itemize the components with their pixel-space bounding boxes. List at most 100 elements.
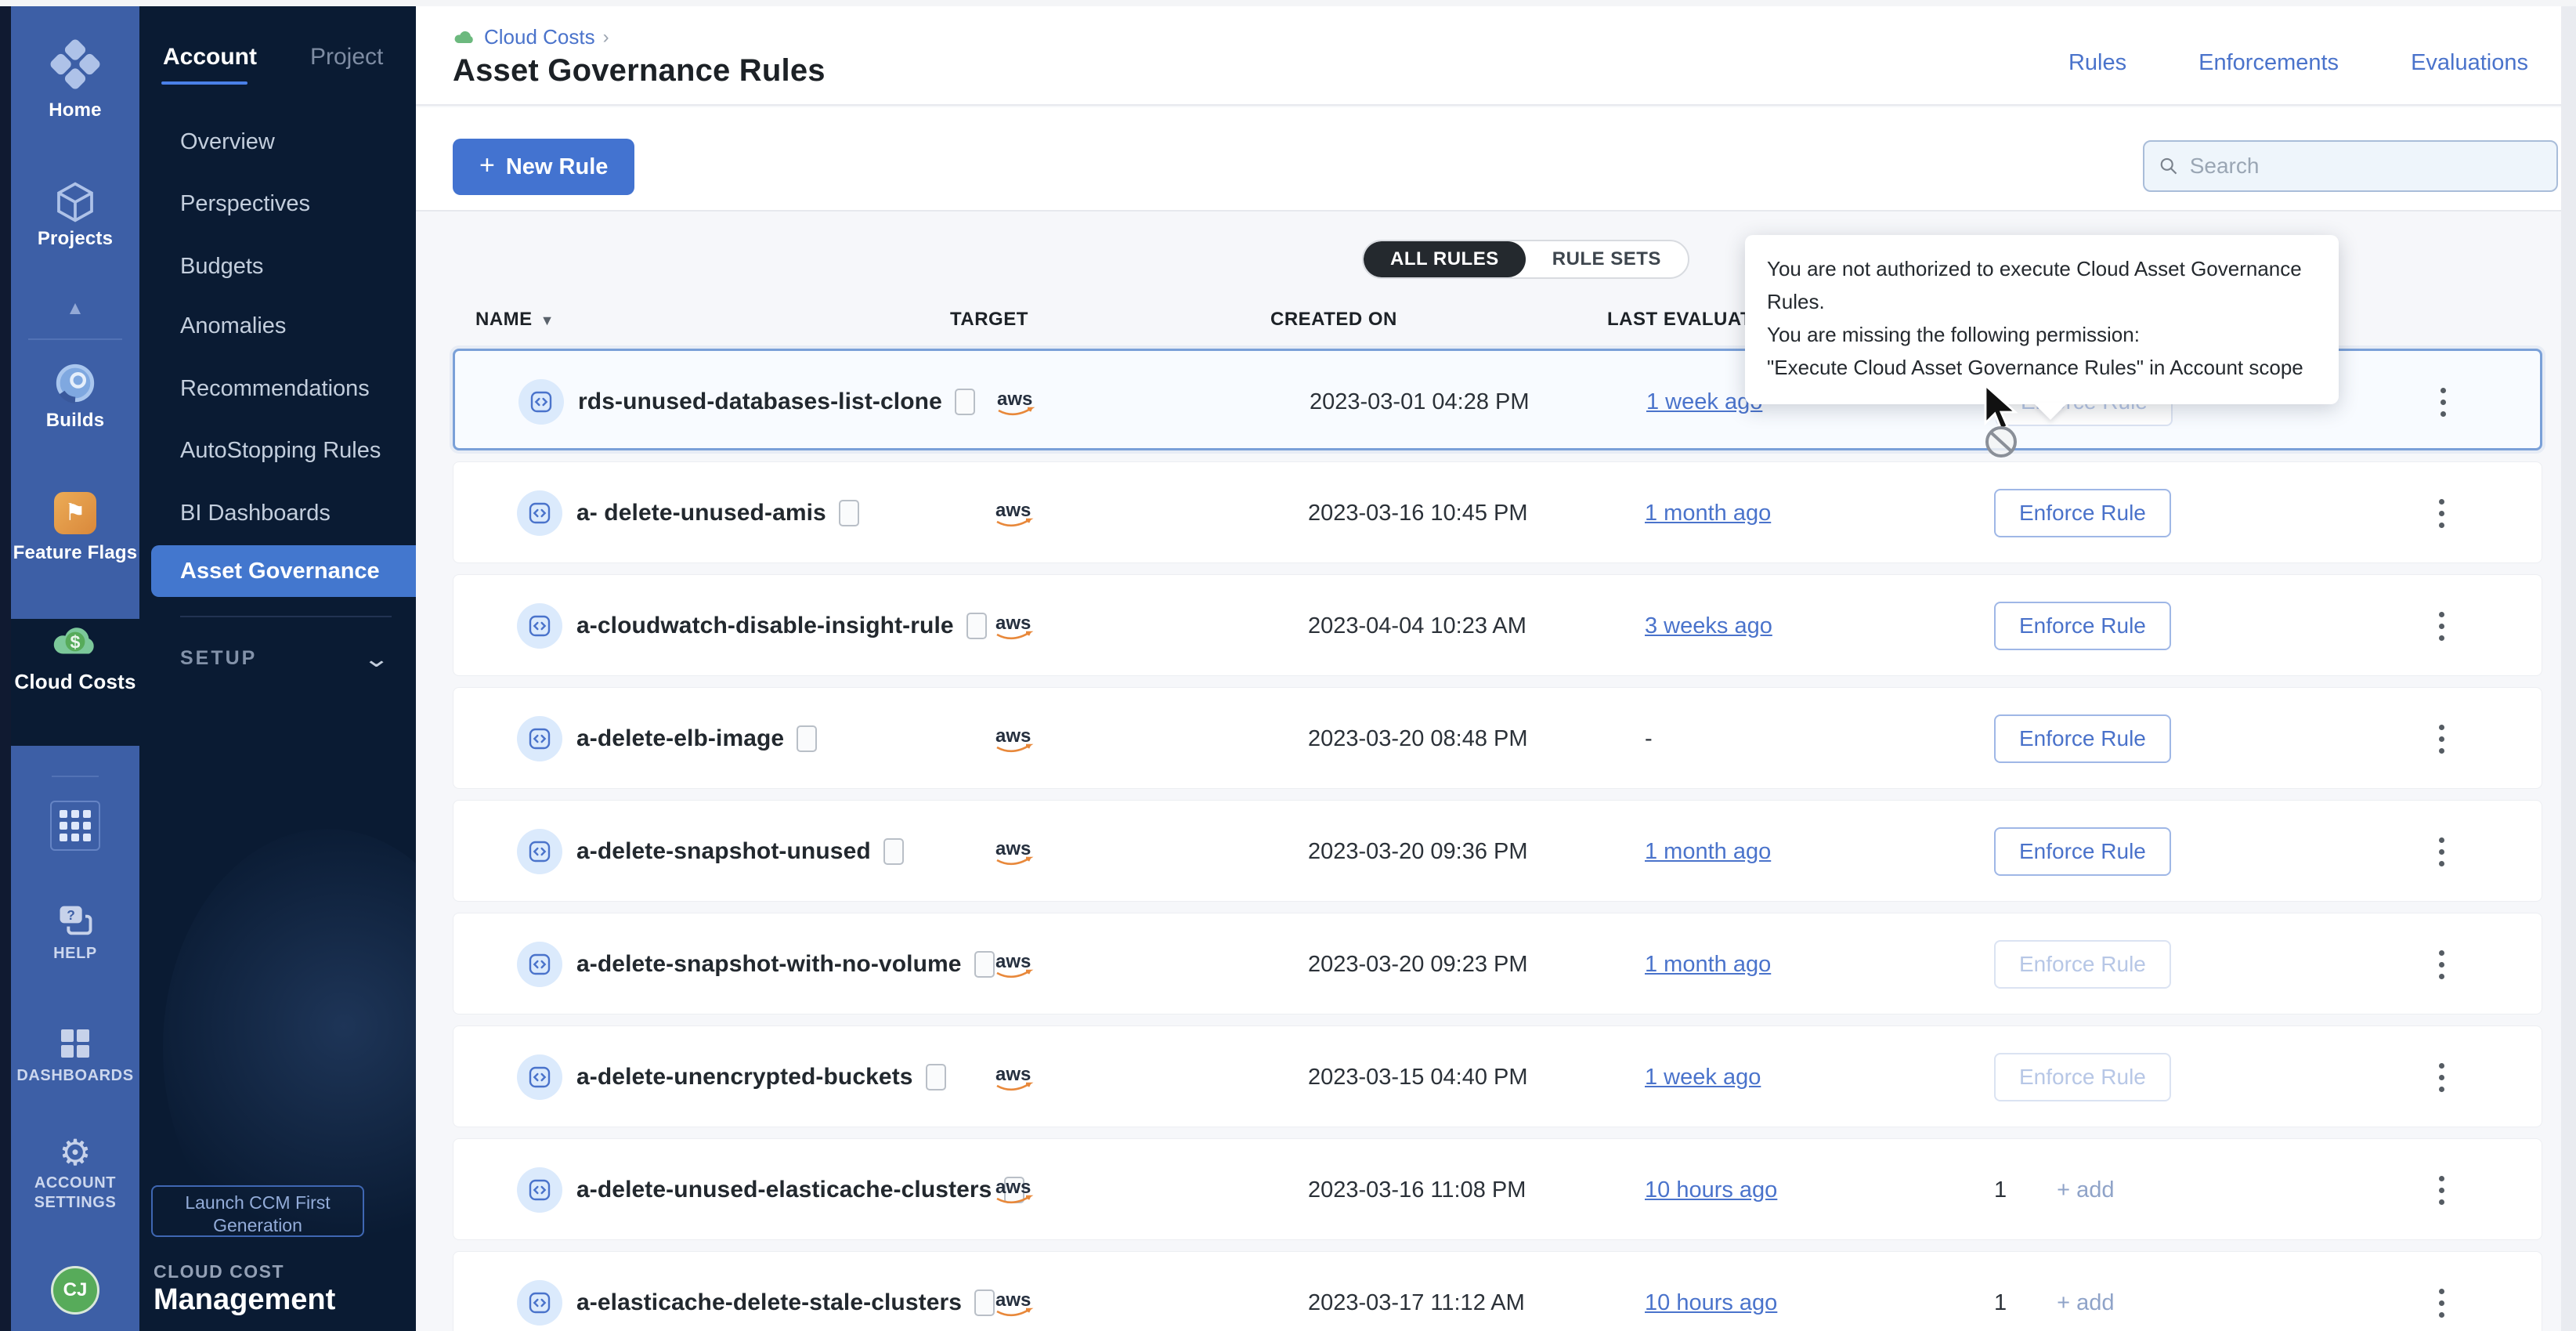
- table-row[interactable]: a-delete-elb-image aws 2023-03-20 08:48 …: [453, 687, 2542, 789]
- nav-item-bi-dashboards[interactable]: BI Dashboards: [139, 487, 416, 539]
- nav-item-recommendations[interactable]: Recommendations: [139, 363, 416, 414]
- nav-item-label: Anomalies: [139, 313, 286, 339]
- enforce-rule-button[interactable]: Enforce Rule: [1994, 827, 2171, 876]
- link-enforcements[interactable]: Enforcements: [2198, 50, 2339, 76]
- launch-ccm-first-gen-button[interactable]: Launch CCM First Generation: [151, 1185, 364, 1237]
- last-evaluation-link[interactable]: -: [1645, 726, 1653, 752]
- main-area: Cloud Costs › Asset Governance Rules Rul…: [416, 6, 2561, 1331]
- nav-item-autostopping-rules[interactable]: AutoStopping Rules: [139, 425, 416, 476]
- search-input[interactable]: [2190, 154, 2542, 179]
- rule-icon: [517, 603, 562, 649]
- last-evaluation-link[interactable]: 10 hours ago: [1645, 1290, 1777, 1316]
- rule-name: a-delete-snapshot-with-no-volume: [576, 951, 962, 978]
- row-menu-button[interactable]: [2431, 1055, 2452, 1100]
- sidebar-item-help[interactable]: ? HELP: [11, 899, 139, 964]
- sidebar-item-home[interactable]: Home: [11, 44, 139, 121]
- sidebar-item-builds[interactable]: Builds: [11, 360, 139, 432]
- table-row[interactable]: a-elasticache-delete-stale-clusters aws …: [453, 1251, 2542, 1331]
- table-row[interactable]: a-delete-unused-elasticache-clusters aws…: [453, 1138, 2542, 1240]
- aws-logo: aws: [989, 496, 1038, 530]
- chevron-down-icon: ⌄: [363, 646, 390, 673]
- row-menu-button[interactable]: [2431, 830, 2452, 874]
- sidebar-item-account-settings[interactable]: ⚙ ACCOUNT SETTINGS: [11, 1131, 139, 1213]
- sidebar-item-cloud-costs[interactable]: $ Cloud Costs: [11, 622, 139, 694]
- last-evaluation-link[interactable]: 1 month ago: [1645, 501, 1771, 526]
- row-menu-button[interactable]: [2431, 942, 2452, 987]
- user-avatar[interactable]: CJ: [51, 1266, 99, 1315]
- tooltip-line-3: "Execute Cloud Asset Governance Rules" i…: [1767, 351, 2317, 384]
- enforce-rule-button[interactable]: Enforce Rule: [1994, 489, 2171, 537]
- copy-icon[interactable]: [839, 500, 859, 526]
- svg-text:$: $: [70, 632, 81, 653]
- sidebar-item-feature-flags[interactable]: ⚑ Feature Flags: [11, 492, 139, 564]
- sidebar-item-projects[interactable]: Projects: [11, 180, 139, 250]
- new-rule-button[interactable]: + New Rule: [453, 139, 634, 195]
- svg-text:aws: aws: [995, 1289, 1031, 1311]
- copy-icon[interactable]: [797, 725, 817, 752]
- nav-item-anomalies[interactable]: Anomalies: [139, 300, 416, 352]
- rule-icon: [517, 716, 562, 761]
- table-row[interactable]: a-cloudwatch-disable-insight-rule aws 20…: [453, 574, 2542, 676]
- enforce-rule-button[interactable]: Enforce Rule: [1994, 940, 2171, 989]
- rail-collapse-icon[interactable]: ▲: [11, 298, 139, 320]
- setup-section-toggle[interactable]: SETUP ⌄: [139, 642, 416, 677]
- last-evaluation-link[interactable]: 1 month ago: [1645, 952, 1771, 978]
- breadcrumb: Cloud Costs ›: [453, 25, 609, 49]
- table-row[interactable]: a-delete-unencrypted-buckets aws 2023-03…: [453, 1025, 2542, 1127]
- rail-label-home: Home: [11, 99, 139, 121]
- permission-tooltip: You are not authorized to execute Cloud …: [1745, 235, 2339, 404]
- copy-icon[interactable]: [966, 613, 987, 639]
- nav-divider: [180, 616, 392, 617]
- add-enforcement-link[interactable]: + add: [2057, 1177, 2114, 1203]
- last-evaluation-link[interactable]: 3 weeks ago: [1645, 613, 1772, 639]
- breadcrumb-cloud-costs-link[interactable]: Cloud Costs: [484, 25, 595, 49]
- column-header-created: CREATED ON: [1270, 309, 1397, 331]
- link-rules[interactable]: Rules: [2068, 50, 2126, 76]
- toggle-rule-sets[interactable]: RULE SETS: [1526, 241, 1688, 277]
- rail-divider-2: [52, 776, 99, 777]
- harness-logo-icon: [46, 35, 104, 93]
- copy-icon[interactable]: [926, 1064, 946, 1090]
- enforcement-count: 1: [1994, 1290, 2007, 1316]
- row-menu-button[interactable]: [2431, 717, 2452, 761]
- grid-icon: [60, 810, 91, 841]
- rail-label-dashboards: DASHBOARDS: [11, 1066, 139, 1086]
- created-on-value: 2023-03-16 11:08 PM: [1308, 1177, 1526, 1203]
- created-on-value: 2023-03-20 08:48 PM: [1308, 726, 1528, 752]
- created-on-value: 2023-03-17 11:12 AM: [1308, 1290, 1525, 1316]
- rail-label-cloud-costs: Cloud Costs: [11, 670, 139, 694]
- enforce-rule-button[interactable]: Enforce Rule: [1994, 602, 2171, 650]
- toggle-all-rules[interactable]: ALL RULES: [1364, 241, 1526, 277]
- row-menu-button[interactable]: [2431, 1281, 2452, 1326]
- last-evaluation-link[interactable]: 1 month ago: [1645, 839, 1771, 865]
- nav-item-asset-governance[interactable]: Asset Governance: [151, 545, 416, 597]
- nav-item-overview[interactable]: Overview: [139, 116, 416, 168]
- row-menu-button[interactable]: [2433, 380, 2454, 425]
- row-menu-button[interactable]: [2431, 604, 2452, 649]
- rule-name: a-delete-unused-elasticache-clusters: [576, 1177, 992, 1203]
- column-header-name[interactable]: NAME▼: [475, 309, 555, 331]
- copy-icon[interactable]: [955, 389, 975, 415]
- copy-icon[interactable]: [883, 838, 904, 865]
- enforce-rule-button[interactable]: Enforce Rule: [1994, 714, 2171, 763]
- sidebar-item-dashboards[interactable]: DASHBOARDS: [11, 1025, 139, 1086]
- add-enforcement-link[interactable]: + add: [2057, 1290, 2114, 1316]
- table-row[interactable]: a-delete-snapshot-unused aws 2023-03-20 …: [453, 800, 2542, 902]
- row-menu-button[interactable]: [2431, 1168, 2452, 1213]
- rule-icon: [518, 379, 564, 425]
- cloud-costs-icon: $: [49, 622, 101, 661]
- last-evaluation-link[interactable]: 1 week ago: [1645, 1065, 1761, 1090]
- svg-text:?: ?: [67, 907, 75, 923]
- table-row[interactable]: a- delete-unused-amis aws 2023-03-16 10:…: [453, 461, 2542, 563]
- table-row[interactable]: a-delete-snapshot-with-no-volume aws 202…: [453, 913, 2542, 1015]
- link-evaluations[interactable]: Evaluations: [2411, 50, 2528, 76]
- aws-logo: aws: [989, 722, 1038, 756]
- svg-text:aws: aws: [995, 500, 1031, 521]
- nav-item-budgets[interactable]: Budgets: [139, 241, 416, 292]
- row-menu-button[interactable]: [2431, 491, 2452, 536]
- nav-item-perspectives[interactable]: Perspectives: [139, 178, 416, 230]
- search-box[interactable]: [2143, 140, 2558, 192]
- module-picker-button[interactable]: [50, 801, 100, 851]
- last-evaluation-link[interactable]: 10 hours ago: [1645, 1177, 1777, 1203]
- enforce-rule-button[interactable]: Enforce Rule: [1994, 1053, 2171, 1101]
